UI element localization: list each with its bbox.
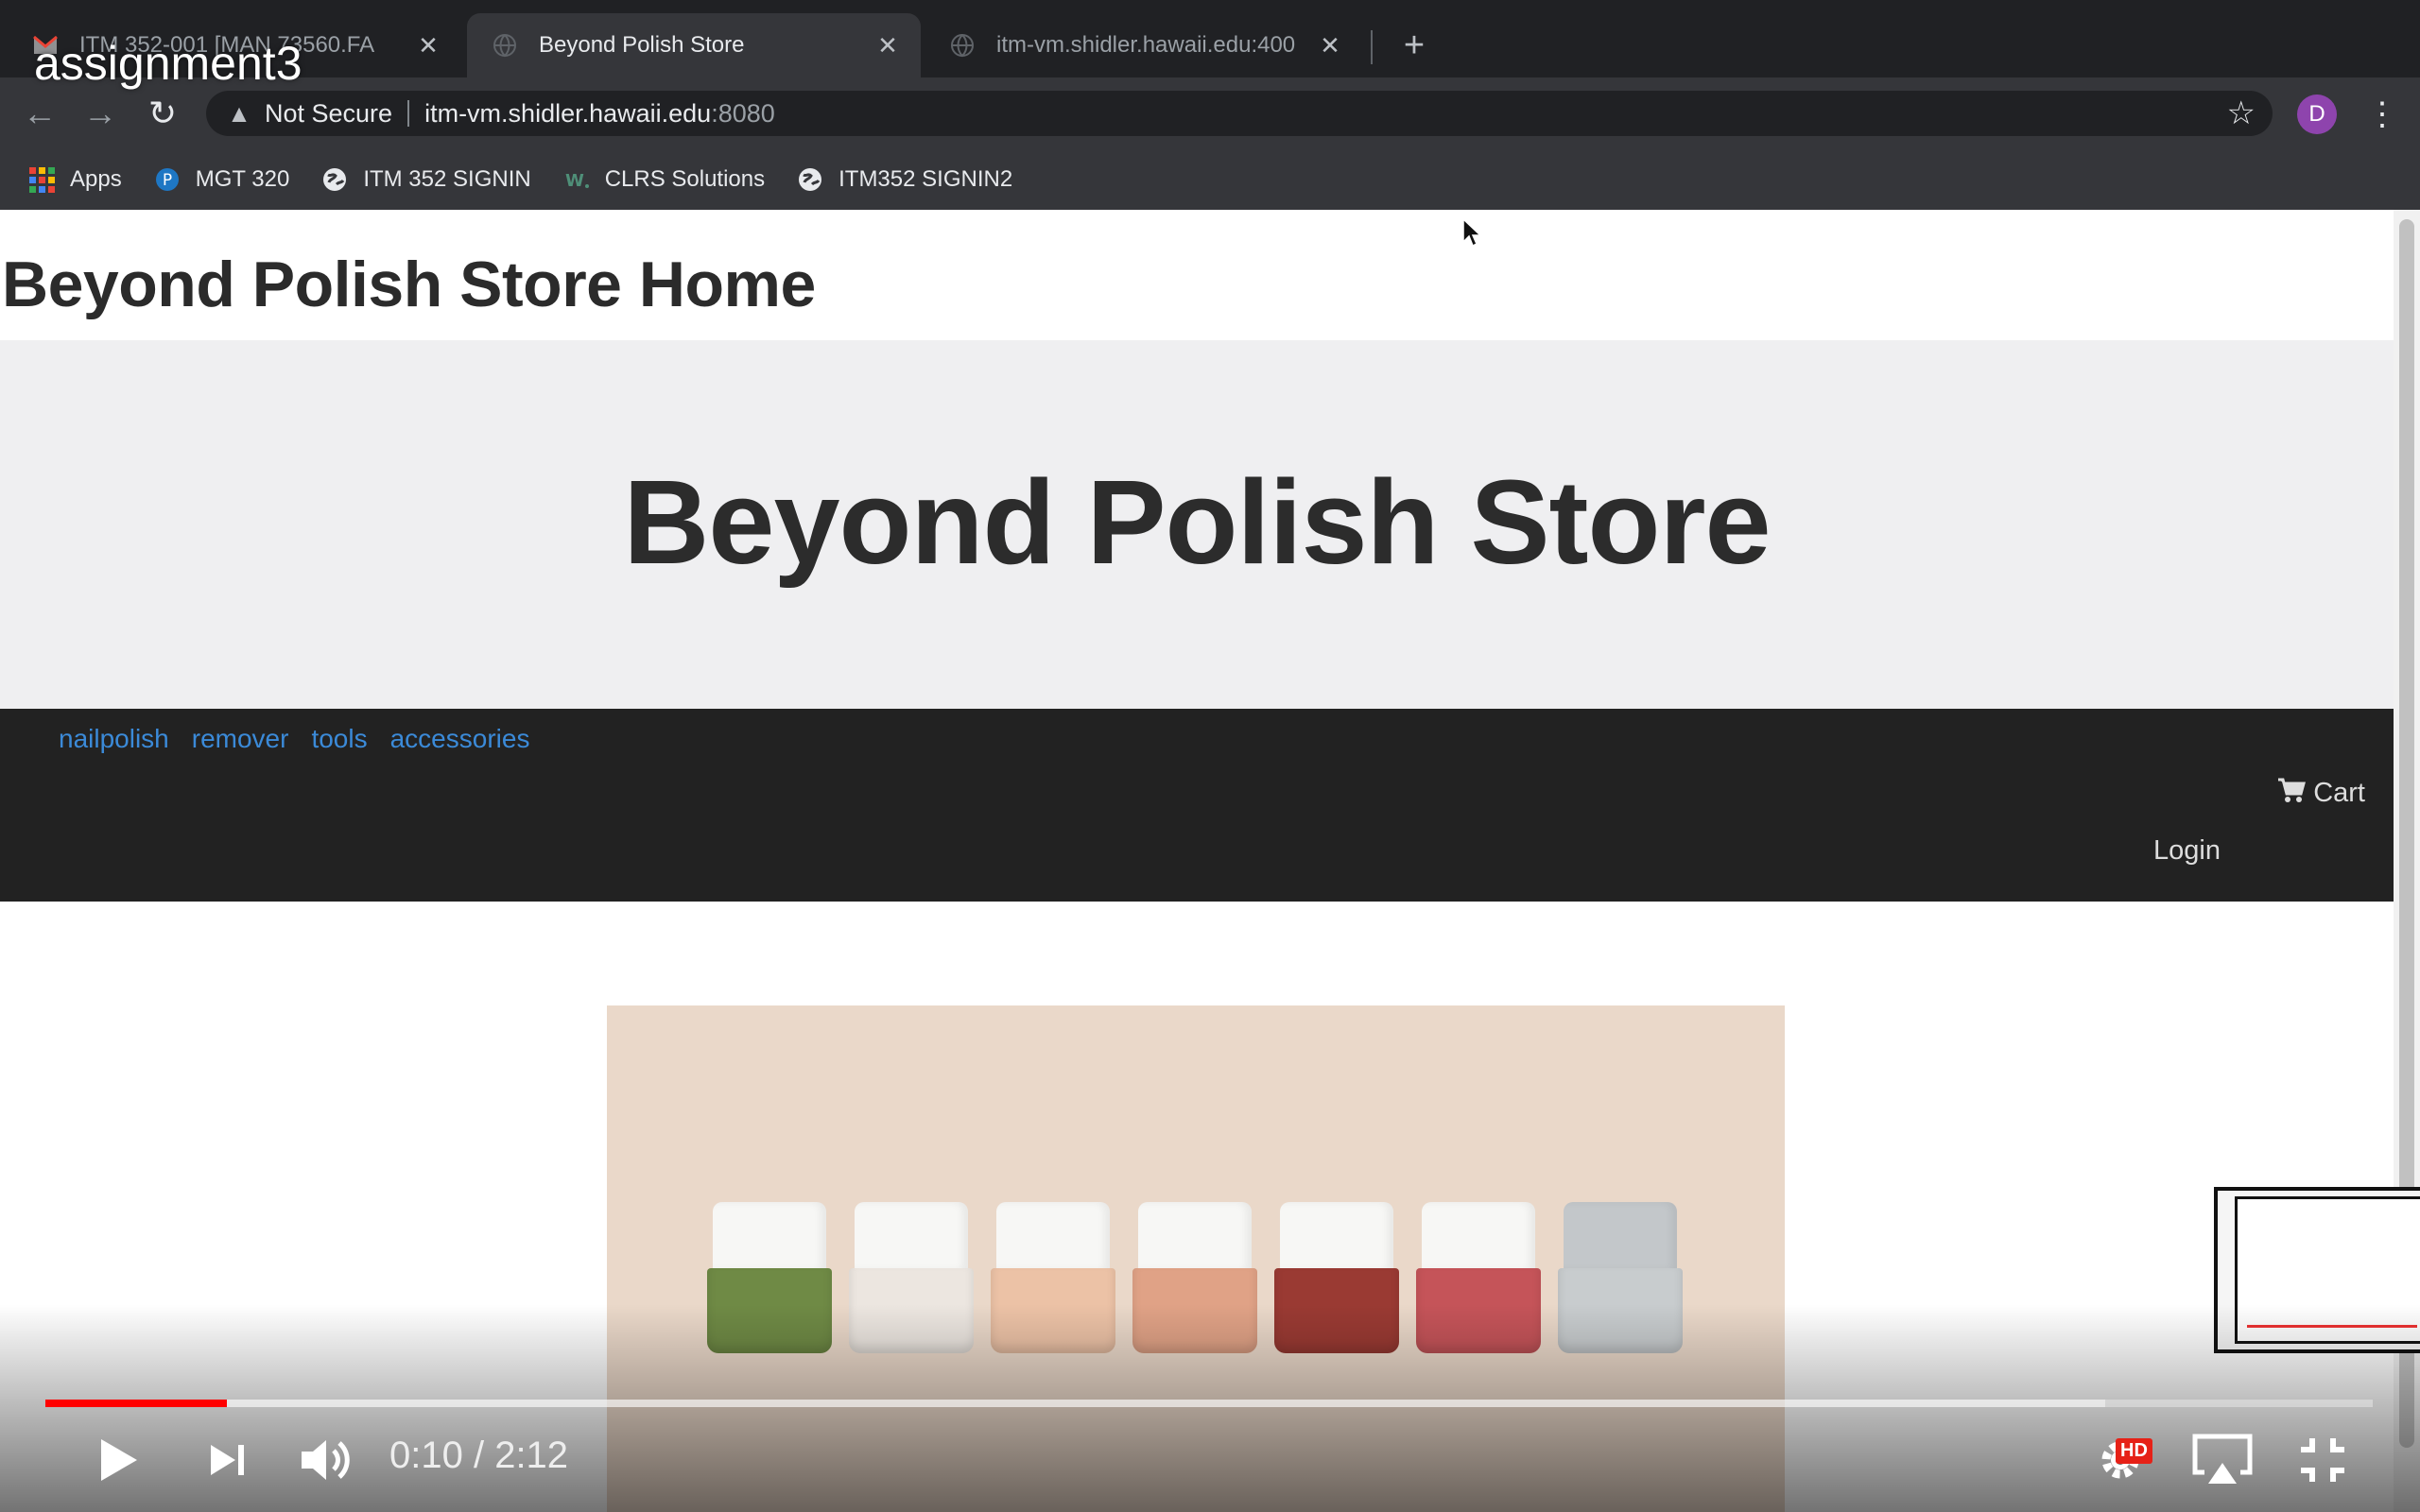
forward-arrow-icon[interactable]: → [79, 93, 121, 134]
globe-icon [949, 32, 976, 59]
reload-icon[interactable]: ↻ [142, 93, 183, 134]
bottle-cap [855, 1202, 968, 1270]
nav-link-nailpolish[interactable]: nailpolish [59, 724, 169, 754]
play-button[interactable] [85, 1427, 151, 1493]
tab-beyond-polish-store[interactable]: Beyond Polish Store ✕ [467, 13, 921, 77]
video-progress-bar[interactable] [45, 1400, 2373, 1407]
security-label[interactable]: Not Secure [265, 99, 392, 129]
tab-strip: ITM 352-001 [MAN 73560.FA ✕ Beyond Polis… [0, 0, 2420, 77]
new-tab-button[interactable]: + [1395, 26, 1433, 65]
bookmark-label: Apps [70, 166, 122, 192]
time-display: 0:10 / 2:12 [389, 1435, 569, 1476]
tab-title: itm-vm.shidler.hawaii.edu:400 [996, 32, 1296, 58]
warning-triangle-icon: ▲ [227, 98, 251, 128]
cart-label: Cart [2313, 778, 2365, 808]
page-heading: Beyond Polish Store Home [2, 249, 816, 320]
nav-link-tools[interactable]: tools [311, 724, 367, 754]
mouse-cursor-icon [1461, 217, 1484, 259]
bottle-cap [1564, 1202, 1677, 1270]
bottle-cap [713, 1202, 826, 1270]
pearson-icon: P [154, 166, 181, 193]
airplay-button[interactable] [2187, 1427, 2257, 1493]
browser-chrome: ITM 352-001 [MAN 73560.FA ✕ Beyond Polis… [0, 0, 2420, 210]
hero-title: Beyond Polish Store [623, 455, 1771, 589]
store-navbar: nailpolish remover tools accessories Car… [0, 709, 2394, 902]
buffered-bar [45, 1400, 2105, 1407]
volume-button[interactable] [291, 1427, 363, 1493]
bookmark-itm352-signin2[interactable]: ITM352 SIGNIN2 [797, 166, 1012, 193]
close-tab-icon[interactable]: ✕ [872, 29, 904, 61]
bookmark-itm-352-signin[interactable]: ITM 352 SIGNIN [321, 166, 531, 193]
airplay-icon [2192, 1434, 2253, 1484]
close-tab-icon[interactable]: ✕ [412, 29, 444, 61]
category-links: nailpolish remover tools accessories [59, 724, 529, 754]
bookmark-star-icon[interactable]: ☆ [2227, 94, 2256, 132]
address-divider [407, 100, 410, 127]
bookmark-mgt-320[interactable]: P MGT 320 [154, 166, 290, 193]
played-bar [45, 1400, 228, 1407]
back-arrow-icon[interactable]: ← [19, 93, 60, 134]
chrome-menu-icon[interactable]: ⋮ [2363, 94, 2401, 134]
video-title[interactable]: assignment3 [34, 36, 302, 91]
shopping-cart-icon [2277, 777, 2307, 810]
bookmark-clrs-solutions[interactable]: W CLRS Solutions [563, 166, 765, 193]
controls-gradient [0, 1304, 2420, 1512]
globe-icon [492, 32, 518, 59]
address-bar[interactable]: ▲ Not Secure itm-vm.shidler.hawaii.edu:8… [206, 91, 2273, 136]
tab-title: Beyond Polish Store [539, 32, 745, 58]
tab-separator [1371, 30, 1373, 64]
bookmark-label: ITM 352 SIGNIN [363, 166, 531, 192]
next-button[interactable] [195, 1427, 261, 1493]
wordpress-icon: W [563, 166, 590, 193]
bookmark-label: CLRS Solutions [604, 166, 766, 192]
play-icon [101, 1439, 137, 1481]
skip-next-icon [211, 1445, 244, 1475]
browser-toolbar: ← → ↻ ▲ Not Secure itm-vm.shidler.hawaii… [0, 77, 2420, 149]
profile-avatar[interactable]: D [2297, 94, 2337, 134]
svg-text:W: W [565, 171, 584, 191]
svg-text:P: P [163, 171, 172, 190]
url-host: itm-vm.shidler.hawaii.edu [424, 98, 712, 128]
bookmarks-bar: Apps P MGT 320 ITM 352 SIGNIN W CLRS Sol… [0, 149, 2420, 210]
bottle-cap [1280, 1202, 1393, 1270]
nav-link-accessories[interactable]: accessories [390, 724, 530, 754]
tab-itm-vm[interactable]: itm-vm.shidler.hawaii.edu:400 ✕ [925, 13, 1363, 77]
hd-badge: HD [2116, 1438, 2152, 1464]
bookmark-label: MGT 320 [195, 166, 290, 192]
cart-link[interactable]: Cart [2277, 777, 2365, 810]
bookmark-label: ITM352 SIGNIN2 [838, 166, 1013, 192]
bookmark-apps[interactable]: Apps [28, 166, 122, 193]
close-tab-icon[interactable]: ✕ [1314, 29, 1346, 61]
globe-icon [321, 166, 348, 193]
volume-icon [302, 1440, 350, 1480]
apps-grid-icon [28, 166, 55, 193]
nav-link-remover[interactable]: remover [192, 724, 289, 754]
globe-icon [797, 166, 823, 193]
bottle-cap [1422, 1202, 1535, 1270]
bottle-cap [996, 1202, 1110, 1270]
exit-fullscreen-icon [2301, 1438, 2344, 1482]
url-port: :8080 [711, 98, 775, 128]
hero-banner: Beyond Polish Store [0, 340, 2394, 709]
bottle-cap [1138, 1202, 1252, 1270]
exit-fullscreen-button[interactable] [2288, 1427, 2358, 1493]
login-link[interactable]: Login [2153, 835, 2221, 867]
